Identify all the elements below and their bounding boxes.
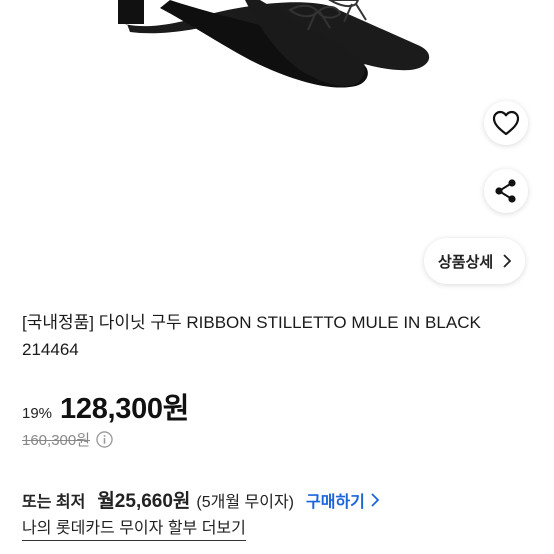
installment-terms: (5개월 무이자) [196, 493, 295, 511]
installment-row: 또는 최저 월25,660원 (5개월 무이자) 구매하기 [22, 486, 379, 513]
installment-prefix: 또는 최저 [22, 493, 86, 511]
like-button[interactable] [484, 101, 528, 145]
heart-icon [492, 110, 520, 136]
product-detail-label: 상품상세 [438, 253, 494, 271]
price-row: 19% 128,300원 [22, 385, 189, 427]
original-price-row: 160,300원 [22, 429, 113, 450]
chevron-right-icon [503, 254, 512, 268]
share-button[interactable] [484, 169, 528, 213]
buy-button[interactable]: 구매하기 [306, 488, 379, 512]
installment-monthly: 월25,660원 [97, 491, 191, 512]
product-title: [국내정품] 다이닛 구두 RIBBON STILLETTO MULE IN B… [22, 313, 481, 359]
share-icon [495, 179, 516, 203]
product-detail-button[interactable]: 상품상세 [424, 238, 526, 284]
lotte-card-link[interactable]: 나의 롯데카드 무이자 할부 더보기 [22, 519, 246, 541]
discount-rate: 19% [22, 405, 53, 422]
buy-label: 구매하기 [306, 493, 365, 511]
sale-price: 128,300원 [60, 393, 190, 425]
original-price: 160,300원 [22, 432, 91, 449]
chevron-right-icon [371, 492, 379, 507]
info-icon[interactable] [96, 431, 113, 448]
